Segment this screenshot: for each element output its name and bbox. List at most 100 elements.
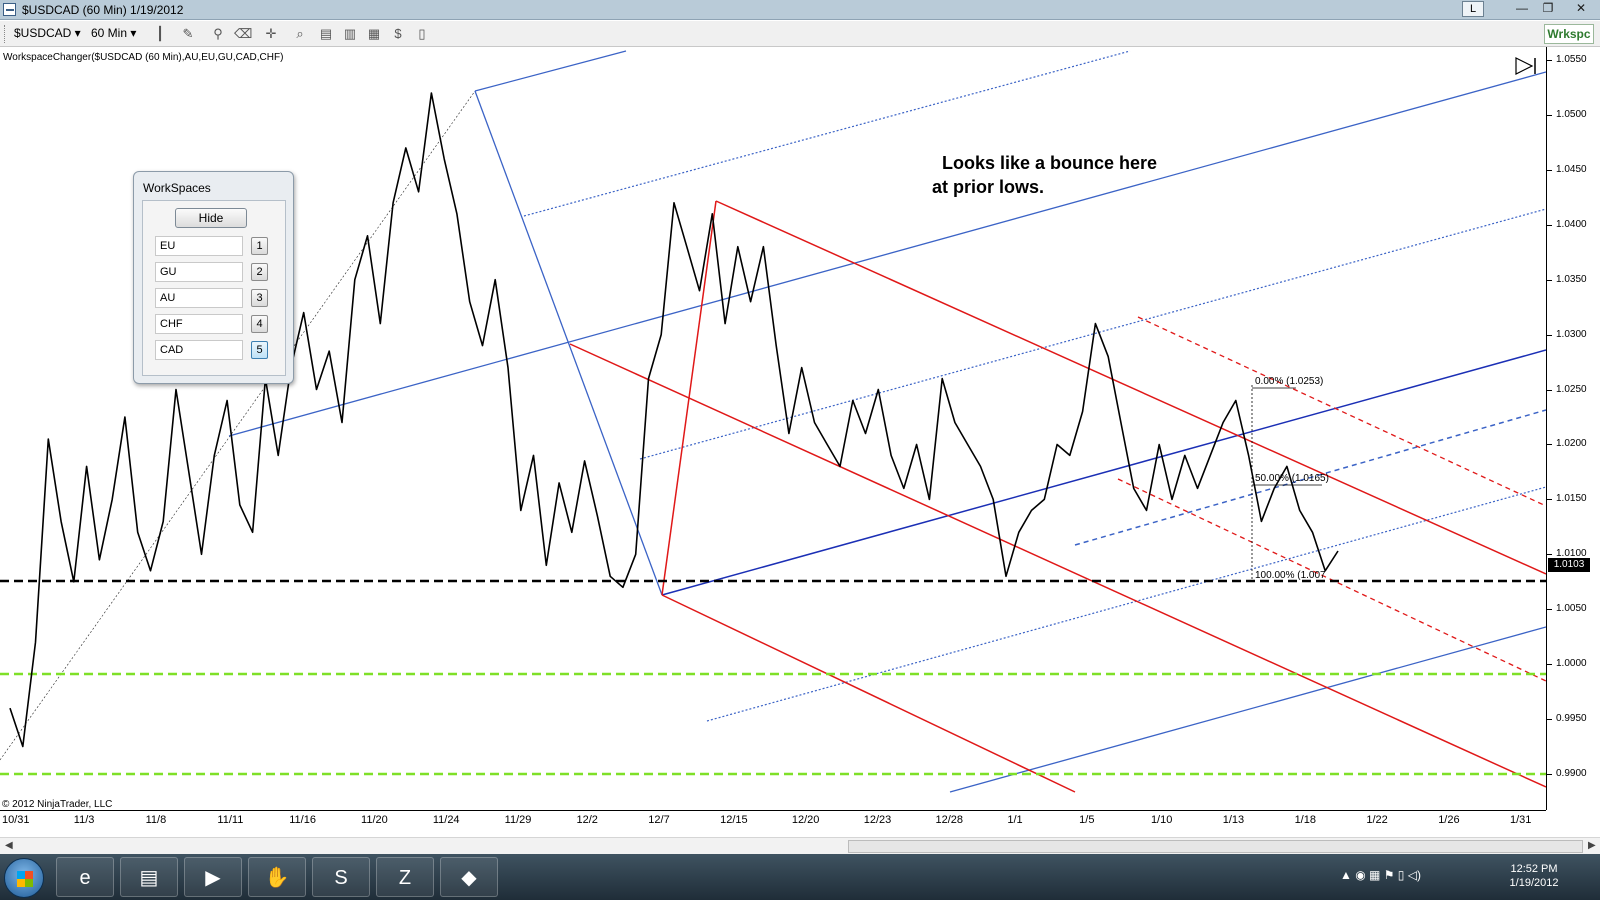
date-tick-label: 10/31 <box>2 814 30 826</box>
scroll-to-end-icon[interactable] <box>1515 57 1537 75</box>
chart-window-icon <box>3 3 16 16</box>
blue-main-trendline[interactable] <box>661 349 1546 596</box>
price-tick-label: 1.0250 <box>1556 383 1587 395</box>
clock-date: 1/19/2012 <box>1509 877 1559 889</box>
workspace-name-field[interactable]: EU <box>155 236 243 256</box>
workspace-name-field[interactable]: AU <box>155 288 243 308</box>
price-tick-label: 1.0450 <box>1556 163 1587 175</box>
system-tray[interactable]: ▲ ◉ ▦ ⚑ ▯ ◁) <box>1340 868 1421 882</box>
hide-button[interactable]: Hide <box>175 208 247 228</box>
indicators-icon[interactable]: ▤ <box>318 26 334 42</box>
date-tick-label: 12/23 <box>863 814 892 826</box>
app-z-icon[interactable]: Z <box>376 857 434 897</box>
draw-pencil-icon[interactable]: ✎ <box>180 26 196 42</box>
pin-icon[interactable]: ⚲ <box>210 26 226 42</box>
close-button[interactable]: ✕ <box>1566 1 1596 17</box>
scroll-left-icon[interactable]: ◀ <box>5 840 13 851</box>
workspace-name-field[interactable]: CAD <box>155 340 243 360</box>
price-tick-label: 1.0550 <box>1556 54 1587 65</box>
workspace-button[interactable]: Wrkspc <box>1544 24 1594 44</box>
chart-properties-icon[interactable]: ▦ <box>366 26 382 42</box>
crosshair-icon[interactable]: ✛ <box>263 26 279 42</box>
fib-label-50: 50.00% (1.0165) <box>1255 473 1329 484</box>
date-tick-label: 12/2 <box>576 814 598 826</box>
date-tick-label: 1/22 <box>1366 814 1388 826</box>
media-player-icon[interactable]: ▶ <box>184 857 242 897</box>
price-tick: 1.0250 <box>1547 384 1600 396</box>
bar-style-icon[interactable]: ┃ <box>152 26 168 42</box>
fib-label-0: 0.00% (1.0253) <box>1255 376 1324 387</box>
scrollbar-thumb[interactable] <box>848 840 1583 853</box>
interval-selector[interactable]: 60 Min ▾ <box>91 26 136 40</box>
skype-icon[interactable]: S <box>312 857 370 897</box>
price-tick: 1.0500 <box>1547 109 1600 121</box>
workspaces-title: WorkSpaces <box>143 181 211 195</box>
date-tick-label: 12/7 <box>648 814 670 826</box>
blue-warning-mid <box>639 208 1546 460</box>
red-dashed-upper <box>1137 316 1546 507</box>
workspace-name-field[interactable]: CHF <box>155 314 243 334</box>
workspace-row-chf: CHF 4 <box>155 314 281 334</box>
maximize-button[interactable]: ❐ <box>1536 1 1560 17</box>
workspace-switch-button[interactable]: 3 <box>251 289 268 307</box>
taskbar-clock[interactable]: 12:52 PM 1/19/2012 <box>1506 862 1562 890</box>
date-tick-label: 1/31 <box>1510 814 1532 826</box>
link-button[interactable]: L <box>1462 1 1484 17</box>
horizontal-scrollbar[interactable]: ◀ ▶ <box>0 837 1600 854</box>
workspace-row-eu: EU 1 <box>155 236 281 256</box>
ninjatrader-taskbar-icon[interactable]: ◆ <box>440 857 498 897</box>
date-tick-label: 11/11 <box>217 814 244 826</box>
chart-toolbar: $USDCAD ▾ 60 Min ▾ ┃ ✎ ⚲ ⌫ ✛ ⌕ ▤ ▥ ▦ $ ▯… <box>0 21 1600 47</box>
date-tick-label: 11/24 <box>432 814 460 826</box>
price-tick: 1.0000 <box>1547 658 1600 670</box>
instrument-selector[interactable]: $USDCAD ▾ <box>14 26 81 40</box>
date-tick-label: 1/13 <box>1222 814 1245 826</box>
red-pitchfork-median[interactable] <box>569 343 1546 788</box>
hand-tool-icon[interactable]: ✋ <box>248 857 306 897</box>
blue-pitchfork-upper[interactable] <box>474 50 627 92</box>
workspaces-panel: WorkSpaces Hide EU 1 GU 2 AU 3 CHF 4 CAD… <box>133 171 294 384</box>
price-chart-panel[interactable]: WorkspaceChanger($USDCAD (60 Min),AU,EU,… <box>0 47 1546 810</box>
price-tick-label: 1.0400 <box>1556 218 1587 230</box>
price-tick: 1.0400 <box>1547 219 1600 231</box>
workspace-switch-button[interactable]: 4 <box>251 315 268 333</box>
date-tick-label: 1/18 <box>1294 814 1316 826</box>
toolbar-grip <box>4 25 7 43</box>
red-pitchfork-upper[interactable] <box>715 200 1546 575</box>
date-axis[interactable]: 10/31 11/3 11/8 11/11 11/16 11/20 11/24 11/29 12… <box>0 810 1546 830</box>
title-bar: $USDCAD (60 Min) 1/19/2012 L — ❐ ✕ <box>0 0 1600 20</box>
price-tick-label: 1.0050 <box>1556 603 1587 615</box>
workspace-row-au: AU 3 <box>155 288 281 308</box>
price-tick-label: 1.0000 <box>1556 658 1587 670</box>
minimize-button[interactable]: — <box>1510 1 1534 17</box>
price-tick: 1.0200 <box>1547 438 1600 450</box>
price-axis[interactable]: 1.0550 1.0500 1.0450 1.0400 1.0350 1.0300 1.02… <box>1546 47 1600 810</box>
workspace-switch-button[interactable]: 1 <box>251 237 268 255</box>
workspace-row-gu: GU 2 <box>155 262 281 282</box>
internet-explorer-icon[interactable]: e <box>56 857 114 897</box>
price-tick: 1.0300 <box>1547 329 1600 341</box>
red-pitchfork-lower[interactable] <box>661 594 1076 793</box>
workspace-name-field[interactable]: GU <box>155 262 243 282</box>
price-tick: 1.0550 <box>1547 54 1600 66</box>
date-tick-label: 11/16 <box>289 814 316 826</box>
start-button[interactable] <box>4 858 44 898</box>
eraser-icon[interactable]: ⌫ <box>234 26 252 42</box>
data-box-icon[interactable]: ▯ <box>414 26 430 42</box>
workspace-switch-button[interactable]: 5 <box>251 341 268 359</box>
strategies-icon[interactable]: ▥ <box>342 26 358 42</box>
price-tick-label: 1.0200 <box>1556 438 1587 450</box>
fib-label-100: 100.00% (1.007 <box>1255 570 1326 581</box>
scroll-right-icon[interactable]: ▶ <box>1588 840 1596 851</box>
indicator-label: WorkspaceChanger($USDCAD (60 Min),AU,EU,… <box>3 52 284 63</box>
date-tick-label: 12/20 <box>791 814 820 826</box>
workspace-switch-button[interactable]: 2 <box>251 263 268 281</box>
zoom-icon[interactable]: ⌕ <box>292 26 308 42</box>
window-title: $USDCAD (60 Min) 1/19/2012 <box>22 3 184 17</box>
price-tick-label: 1.0300 <box>1556 328 1587 340</box>
copyright-text: © 2012 NinjaTrader, LLC <box>2 799 113 810</box>
dollar-icon[interactable]: $ <box>390 26 406 42</box>
annotation-text[interactable]: Looks like a bounce here at prior lows. <box>932 151 1157 199</box>
file-explorer-icon[interactable]: ▤ <box>120 857 178 897</box>
date-tick-label: 1/26 <box>1438 814 1460 826</box>
